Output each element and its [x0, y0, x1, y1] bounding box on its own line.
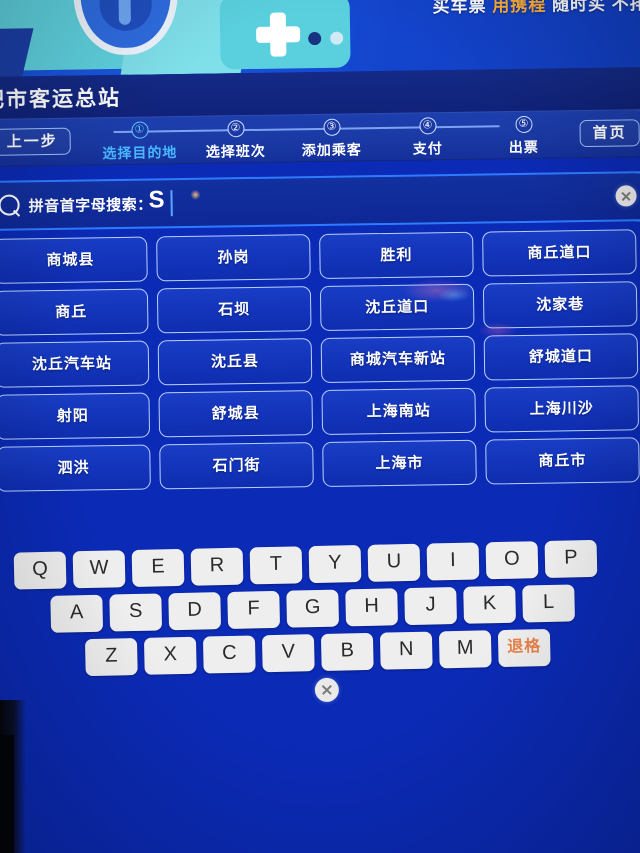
key-e[interactable]: E: [131, 548, 185, 588]
promo-banner-text: 买车票 用携程 随时买 不排: [368, 0, 640, 18]
key-t[interactable]: T: [249, 546, 303, 585]
key-o[interactable]: O: [485, 541, 539, 580]
step-issue-ticket[interactable]: ⑤ 出票: [475, 113, 572, 157]
step-select-schedule[interactable]: ② 选择班次: [187, 118, 284, 162]
home-button[interactable]: 首页: [579, 119, 640, 148]
step-number-2: ②: [226, 120, 245, 138]
kit-dot-dark-icon: [308, 31, 322, 46]
key-u[interactable]: U: [367, 543, 421, 582]
destination-button[interactable]: 沈丘道口: [319, 283, 475, 331]
keyboard-row-1: QWERTYUIOP: [13, 539, 598, 590]
key-f[interactable]: F: [227, 590, 281, 629]
destination-button[interactable]: 胜利: [319, 231, 474, 279]
search-bar[interactable]: 拼音首字母搜索： S: [0, 171, 640, 232]
step-label-1: 选择目的地: [102, 144, 178, 162]
cross-icon-horizontal: [256, 26, 301, 43]
step-label-4: 支付: [412, 140, 443, 157]
promo-text-highlight: 用携程: [492, 0, 547, 16]
shield-bar-icon: [118, 0, 131, 25]
kit-handle-icon: [259, 0, 312, 7]
key-g[interactable]: G: [286, 589, 340, 628]
previous-step-button[interactable]: 上一步: [0, 127, 71, 156]
keyboard-row-3: Z X C V B N M 退格: [84, 628, 551, 677]
step-number-1: ①: [130, 121, 149, 139]
key-s[interactable]: S: [109, 593, 163, 632]
destination-grid: 商城县 孙岗 胜利 商丘道口商丘 石坝 沈丘道口 沈家巷沈丘汽车站 沈丘县 商城汽车新站 舒城道口…: [0, 229, 640, 492]
key-z[interactable]: Z: [84, 637, 138, 677]
destination-button[interactable]: 上海川沙: [484, 385, 640, 433]
close-circle-icon[interactable]: [615, 185, 637, 207]
key-h[interactable]: H: [345, 588, 399, 627]
key-y[interactable]: Y: [308, 545, 362, 584]
step-number-5: ⑤: [514, 115, 533, 134]
destination-button[interactable]: 商城汽车新站: [320, 335, 476, 383]
destination-button[interactable]: 商丘市: [485, 437, 640, 485]
destination-button[interactable]: 孙岗: [156, 234, 311, 282]
key-v[interactable]: V: [261, 634, 315, 673]
search-input[interactable]: S: [148, 186, 165, 214]
keyboard-row-2: ASDFGHJKL: [50, 584, 575, 633]
step-label-2: 选择班次: [205, 142, 266, 160]
kit-dot-light-icon: [330, 31, 344, 45]
key-b[interactable]: B: [320, 632, 374, 671]
promo-text-part2: 随时买 不排: [551, 0, 640, 15]
key-w[interactable]: W: [72, 550, 126, 589]
key-i[interactable]: I: [426, 542, 480, 581]
key-backspace[interactable]: 退格: [497, 628, 551, 668]
banner-artwork: [0, 0, 399, 78]
key-x[interactable]: X: [143, 636, 197, 675]
key-l[interactable]: L: [522, 584, 575, 623]
key-m[interactable]: M: [438, 630, 492, 669]
destination-button[interactable]: 沈家巷: [482, 281, 638, 329]
text-caret: [170, 190, 173, 217]
stepper-bar: 上一步 ① 选择目的地 ② 选择班次 ③ 添加乘客 ④ 支付 ⑤ 出票 首页: [0, 109, 640, 168]
promo-banner: 买车票 用携程 随时买 不排: [0, 0, 640, 78]
destination-button[interactable]: 沈丘汽车站: [0, 340, 150, 388]
step-label-5: 出票: [508, 138, 539, 156]
search-icon: [0, 194, 20, 216]
kiosk-screen-photo: 买车票 用携程 随时买 不排 肥市客运总站 上一步 ① 选择目的地 ② 选择班次: [0, 0, 640, 853]
step-select-destination[interactable]: ① 选择目的地: [91, 119, 188, 163]
destination-button[interactable]: 商丘道口: [482, 229, 637, 277]
destination-button[interactable]: 上海市: [322, 439, 477, 487]
destination-button[interactable]: 商丘: [0, 288, 149, 336]
key-r[interactable]: R: [190, 547, 244, 586]
promo-text-part1: 买车票: [432, 0, 487, 17]
key-k[interactable]: K: [463, 585, 517, 624]
step-add-passenger[interactable]: ③ 添加乘客: [283, 116, 380, 160]
stepper: ① 选择目的地 ② 选择班次 ③ 添加乘客 ④ 支付 ⑤ 出票: [91, 114, 539, 164]
destination-button[interactable]: 射阳: [0, 392, 151, 440]
step-number-3: ③: [322, 118, 341, 136]
step-payment[interactable]: ④ 支付: [379, 115, 476, 159]
key-n[interactable]: N: [379, 631, 433, 670]
key-a[interactable]: A: [50, 594, 104, 633]
search-label: 拼音首字母搜索：: [28, 196, 153, 216]
destination-button[interactable]: 上海南站: [321, 387, 477, 435]
page-title: 肥市客运总站: [0, 86, 122, 112]
key-q[interactable]: Q: [13, 551, 67, 590]
destination-button[interactable]: 商城县: [0, 236, 148, 284]
close-keyboard-icon[interactable]: [314, 677, 340, 703]
destination-button[interactable]: 沈丘县: [157, 338, 313, 386]
destination-button[interactable]: 石坝: [156, 286, 312, 334]
destination-button[interactable]: 泗洪: [0, 444, 151, 492]
onscreen-keyboard: QWERTYUIOP ASDFGHJKL Z X C V B N M 退格: [0, 539, 640, 677]
destination-button[interactable]: 舒城县: [158, 390, 314, 438]
step-label-3: 添加乘客: [301, 141, 362, 159]
key-j[interactable]: J: [404, 586, 458, 626]
kiosk-screen: 买车票 用携程 随时买 不排 肥市客运总站 上一步 ① 选择目的地 ② 选择班次: [0, 0, 640, 853]
destination-button[interactable]: 舒城道口: [483, 333, 639, 381]
key-p[interactable]: P: [544, 539, 598, 579]
destination-button[interactable]: 石门街: [159, 442, 314, 490]
key-d[interactable]: D: [168, 592, 222, 631]
step-number-4: ④: [418, 117, 437, 135]
key-c[interactable]: C: [202, 635, 256, 674]
